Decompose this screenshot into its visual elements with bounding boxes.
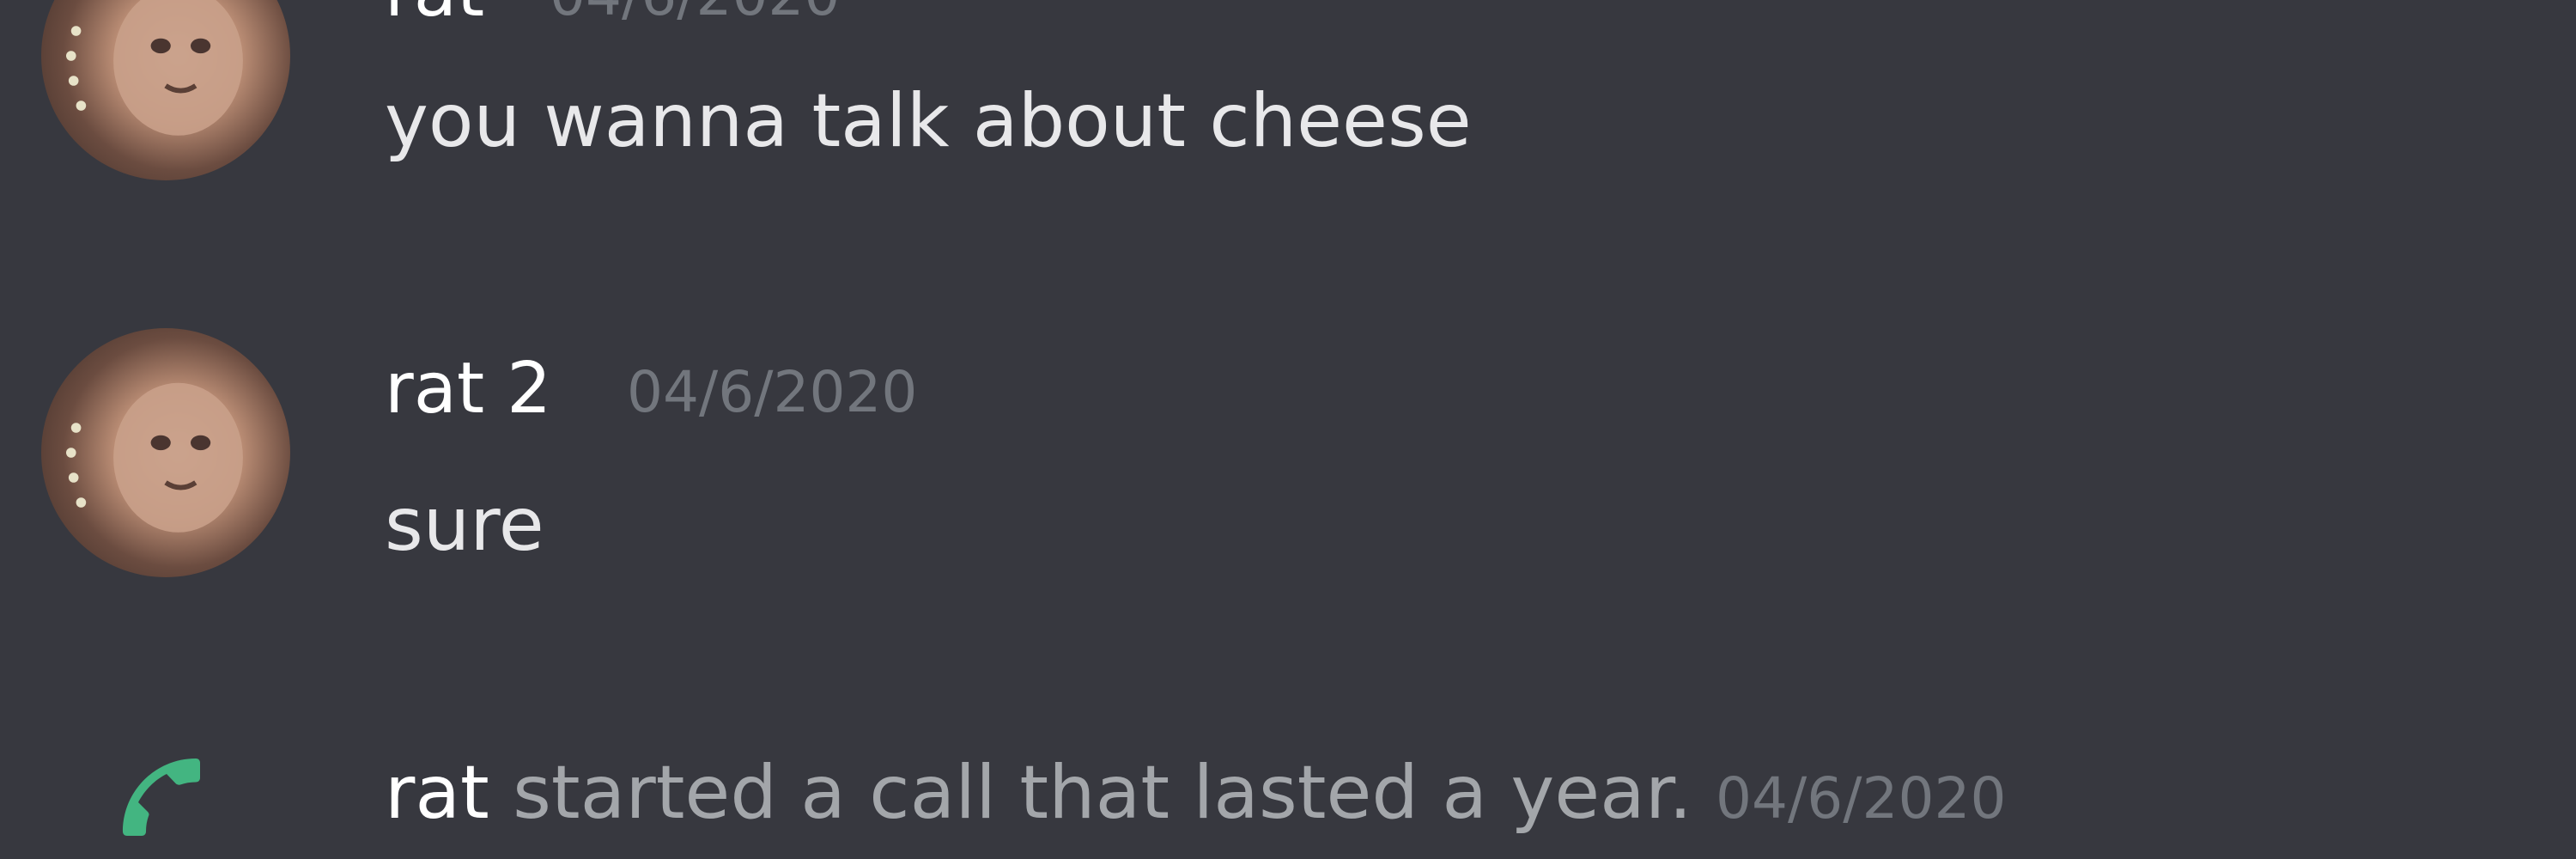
message-username[interactable]: rat [385, 0, 484, 27]
rat-avatar-icon [66, 382, 243, 533]
rat-avatar-icon [66, 0, 243, 136]
user-avatar[interactable] [41, 328, 290, 577]
message-username[interactable]: rat 2 [385, 354, 551, 424]
phone-icon [101, 746, 222, 849]
message-timestamp: 04/6/2020 [550, 0, 840, 24]
call-timestamp: 04/6/2020 [1716, 765, 2007, 832]
chat-messages: rat 04/6/2020 you wanna talk about chees… [0, 0, 2576, 859]
call-event-text: started a call that lasted a year. [489, 750, 1692, 836]
message-content: sure [385, 482, 544, 568]
message-content: you wanna talk about cheese [385, 78, 1472, 164]
message-timestamp: 04/6/2020 [627, 359, 918, 425]
user-avatar[interactable] [41, 0, 290, 180]
call-username[interactable]: rat [385, 750, 489, 836]
call-event-line: rat started a call that lasted a year. 0… [385, 756, 2006, 830]
